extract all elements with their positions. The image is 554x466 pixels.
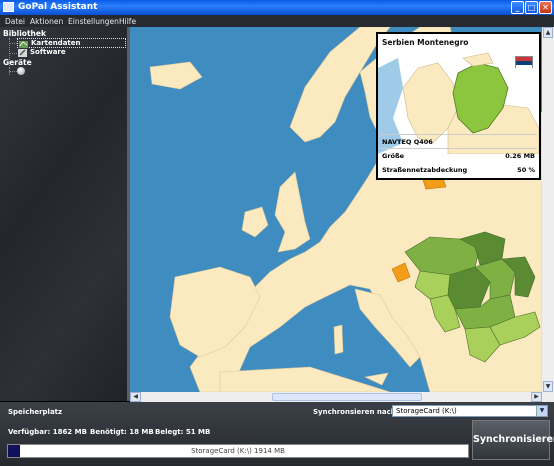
sync-target-value: StorageCard (K:\) <box>396 407 457 415</box>
app-icon <box>3 2 14 12</box>
storage-needed: Benötigt: 18 MB <box>90 428 154 436</box>
sync-target-label: Synchronsieren nach: <box>313 408 399 416</box>
scroll-left-icon[interactable]: ◀ <box>130 392 141 402</box>
menu-aktionen[interactable]: Aktionen <box>30 17 63 26</box>
storage-panel: Speicherplatz Synchronsieren nach: Stora… <box>0 402 554 466</box>
horizontal-scroll-thumb[interactable] <box>272 393 422 401</box>
size-label: Größe <box>382 152 405 160</box>
scroll-right-icon[interactable]: ▶ <box>531 392 542 402</box>
horizontal-scrollbar[interactable]: ◀ ▶ <box>130 392 542 402</box>
tree-connector <box>9 43 17 44</box>
scroll-corner <box>542 392 554 402</box>
storage-bar-text: StorageCard (K:\) 1914 MB <box>191 447 285 455</box>
storage-used: Belegt: 51 MB <box>155 428 211 436</box>
size-value: 0.26 MB <box>505 152 535 160</box>
menu-einstellungen[interactable]: Einstellungen <box>68 17 119 26</box>
menu-datei[interactable]: Datei <box>5 17 25 26</box>
chevron-down-icon[interactable]: ▼ <box>536 406 547 416</box>
popup-provider: NAVTEQ Q406 <box>382 138 433 146</box>
software-icon <box>18 49 27 57</box>
country-info-popup: Serbien Montenegro NAVTEQ Q406 Größe 0.2… <box>376 32 541 180</box>
sidebar-item-kartendaten[interactable]: Kartendaten <box>17 38 126 48</box>
tree-connector <box>9 53 17 54</box>
minimize-button[interactable]: _ <box>511 1 524 14</box>
storage-bar: StorageCard (K:\) 1914 MB <box>7 444 469 458</box>
storage-heading: Speicherplatz <box>8 408 63 416</box>
popup-divider <box>380 134 537 135</box>
coverage-label: Straßennetzabdeckung <box>382 166 468 174</box>
sidebar: Bibliothek Kartendaten Software Geräte <box>0 27 130 401</box>
title-bar: GoPal Assistant _ □ ✕ <box>0 0 554 15</box>
map-data-icon <box>19 40 28 48</box>
window-title: GoPal Assistant <box>18 2 98 12</box>
storage-available: Verfügbar: 1862 MB <box>8 428 87 436</box>
popup-divider <box>380 148 537 149</box>
popup-coverage-row: Straßennetzabdeckung 50 % <box>382 166 535 174</box>
scroll-down-icon[interactable]: ▼ <box>543 381 553 392</box>
sidebar-item-label: Software <box>30 48 66 56</box>
scroll-up-icon[interactable]: ▲ <box>543 27 553 38</box>
vertical-scrollbar[interactable]: ▲ ▼ <box>542 27 554 392</box>
country-flag-icon <box>515 56 533 69</box>
sidebar-item-software[interactable]: Software <box>17 48 126 58</box>
menu-bar: Datei Aktionen Einstellungen Hilfe <box>0 15 554 27</box>
maximize-button[interactable]: □ <box>525 1 538 14</box>
device-icon[interactable] <box>17 67 25 75</box>
close-button[interactable]: ✕ <box>539 1 552 14</box>
sidebar-item-label: Kartendaten <box>31 39 81 47</box>
coverage-value: 50 % <box>517 166 535 174</box>
synchronize-button[interactable]: Synchronisieren <box>472 420 554 460</box>
popup-size-row: Größe 0.26 MB <box>382 152 535 160</box>
tree-connector <box>9 71 17 72</box>
library-heading: Bibliothek <box>3 29 46 38</box>
devices-heading: Geräte <box>3 58 32 67</box>
menu-hilfe[interactable]: Hilfe <box>119 17 136 26</box>
sync-target-select[interactable]: StorageCard (K:\) ▼ <box>392 405 548 417</box>
popup-country-name: Serbien Montenegro <box>382 38 469 47</box>
